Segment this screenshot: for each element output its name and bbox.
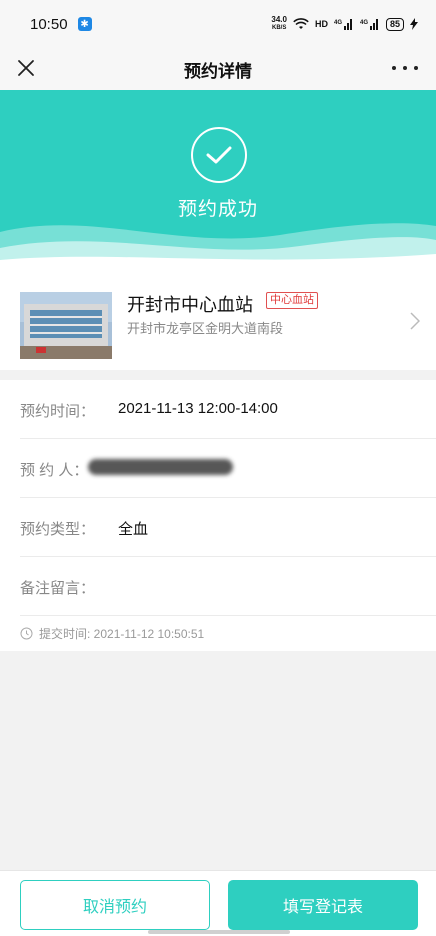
charging-icon	[410, 18, 418, 30]
detail-row-type: 预约类型： 全血	[20, 498, 436, 557]
page-title: 预约详情	[184, 61, 252, 81]
detail-label: 预约类型：	[20, 521, 96, 538]
station-card[interactable]: 开封市中心血站 中心血站 开封市龙亭区金明大道南段	[0, 270, 436, 370]
status-bar: 10:50 ✱ 34.0 KB/S HD 4G 4G 85	[0, 0, 436, 48]
more-icon-dot	[414, 66, 418, 70]
detail-value: 2021-11-13 12:00-14:00	[118, 400, 278, 417]
hd-label: HD	[314, 19, 328, 29]
detail-row-person: 预 约 人：	[20, 439, 436, 498]
redacted-name	[88, 459, 233, 475]
station-address: 开封市龙亭区金明大道南段	[127, 321, 284, 336]
more-icon-dot	[403, 66, 407, 70]
station-photo	[20, 292, 112, 359]
check-circle-icon	[191, 127, 247, 183]
submit-time-row: 提交时间: 2021-11-12 10:50:51	[20, 625, 204, 642]
station-type-badge: 中心血站	[266, 292, 318, 309]
signal-4g-icon-2: 4G	[360, 19, 378, 30]
success-banner: 预约成功	[0, 90, 436, 270]
more-button[interactable]	[392, 54, 418, 82]
svg-text:4G: 4G	[360, 20, 368, 26]
detail-row-note: 备注留言：	[20, 557, 436, 616]
close-icon	[18, 60, 34, 76]
bottom-action-bar: 取消预约 填写登记表	[0, 870, 436, 936]
bluetooth-icon: ✱	[77, 17, 92, 31]
detail-row-time: 预约时间： 2021-11-13 12:00-14:00	[20, 380, 436, 439]
detail-label: 预约时间：	[20, 403, 96, 420]
status-time: 10:50	[30, 15, 68, 33]
home-indicator[interactable]	[148, 930, 290, 934]
network-speed: 34.0 KB/S	[271, 15, 287, 32]
detail-value: 全血	[118, 521, 149, 538]
wave-decoration	[0, 223, 436, 270]
detail-label: 备注留言：	[20, 580, 96, 597]
cancel-appointment-button[interactable]: 取消预约	[20, 880, 210, 930]
appointment-details: 预约时间： 2021-11-13 12:00-14:00 预 约 人： 预约类型…	[0, 380, 436, 651]
battery-icon: 85	[385, 17, 404, 31]
submit-time: 提交时间: 2021-11-12 10:50:51	[39, 627, 205, 641]
wifi-icon	[293, 18, 309, 29]
svg-text:4G: 4G	[334, 20, 342, 26]
chevron-right-icon	[410, 312, 420, 330]
detail-label: 预 约 人：	[20, 462, 89, 479]
clock-icon	[20, 627, 33, 640]
close-button[interactable]	[14, 56, 38, 80]
signal-4g-icon: 4G	[334, 19, 352, 30]
more-icon-dot	[392, 66, 396, 70]
status-indicators: 34.0 KB/S HD 4G 4G 85	[271, 16, 418, 32]
fill-form-button[interactable]: 填写登记表	[228, 880, 418, 930]
station-name: 开封市中心血站	[127, 295, 253, 315]
nav-bar: 预约详情	[0, 48, 436, 90]
